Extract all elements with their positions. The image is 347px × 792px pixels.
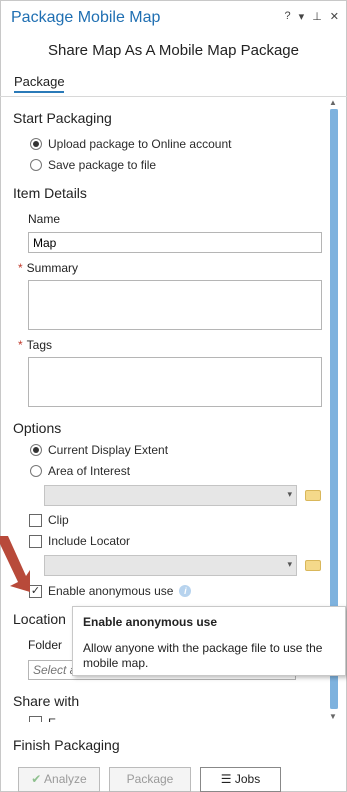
tags-input[interactable]	[28, 357, 322, 407]
annotation-arrow-icon	[0, 536, 30, 592]
options-heading: Options	[13, 420, 62, 436]
name-label: Name	[28, 212, 61, 226]
required-marker: *	[18, 261, 23, 275]
tags-label-row: * Tags	[18, 338, 52, 352]
tab-active-indicator	[14, 91, 64, 93]
summary-input[interactable]	[28, 280, 322, 330]
tab-package[interactable]: Package	[14, 74, 65, 89]
radio-unselected-icon	[30, 159, 42, 171]
include-locator-checkbox[interactable]: Include Locator	[29, 534, 130, 548]
enable-anonymous-checkbox[interactable]: ✓ Enable anonymous use i	[29, 584, 192, 598]
checkbox-unchecked-icon	[29, 513, 42, 527]
area-of-interest-dropdown[interactable]: ▾	[44, 485, 297, 506]
help-icon[interactable]: ?	[285, 10, 291, 23]
chevron-down-icon: ▾	[287, 489, 292, 499]
include-locator-label: Include Locator	[48, 534, 131, 548]
radio-selected-icon	[30, 138, 42, 150]
tab-divider	[0, 96, 347, 97]
area-of-interest-radio[interactable]: Area of Interest	[30, 464, 130, 478]
save-to-file-label: Save package to file	[48, 158, 157, 172]
location-heading: Location	[13, 611, 66, 627]
analyze-label: Analyze	[44, 772, 87, 786]
options-dropdown-icon[interactable]: ▾	[299, 10, 305, 23]
scroll-down-icon[interactable]: ▼	[329, 712, 337, 721]
area-of-interest-label: Area of Interest	[48, 464, 131, 478]
checkbox-unchecked-icon	[29, 534, 42, 548]
package-label: Package	[126, 772, 174, 786]
pane-title: Package Mobile Map	[11, 9, 161, 26]
checkbox-unchecked-icon	[29, 716, 42, 722]
finish-packaging-heading: Finish Packaging	[13, 737, 120, 753]
package-button[interactable]: Package	[109, 767, 191, 792]
anonymous-use-tooltip: Enable anonymous use Allow anyone with t…	[72, 606, 346, 676]
pin-icon[interactable]: ⊥	[312, 10, 322, 23]
current-display-extent-radio[interactable]: Current Display Extent	[30, 443, 168, 457]
share-everyone-checkbox[interactable]: E	[29, 716, 56, 722]
info-icon[interactable]: i	[179, 585, 192, 597]
jobs-button[interactable]: ☰ Jobs	[200, 767, 281, 792]
enable-anonymous-label: Enable anonymous use	[48, 584, 174, 598]
required-marker: *	[18, 338, 23, 352]
name-input[interactable]	[28, 232, 322, 253]
clip-checkbox[interactable]: Clip	[29, 513, 69, 527]
folder-icon[interactable]	[305, 560, 321, 571]
locator-dropdown[interactable]: ▾	[44, 555, 297, 576]
upload-online-label: Upload package to Online account	[48, 137, 232, 151]
start-packaging-heading: Start Packaging	[13, 110, 112, 126]
analyze-button[interactable]: ✔ Analyze	[18, 767, 100, 792]
summary-label-row: * Summary	[18, 261, 78, 275]
scroll-up-icon[interactable]: ▲	[329, 98, 337, 107]
item-details-heading: Item Details	[13, 185, 87, 201]
check-icon: ✔	[31, 772, 42, 786]
jobs-list-icon: ☰	[220, 772, 232, 786]
radio-unselected-icon	[30, 465, 42, 477]
checkmark-icon: ✓	[29, 584, 42, 598]
radio-selected-icon	[30, 444, 42, 456]
tooltip-title: Enable anonymous use	[83, 615, 218, 629]
share-everyone-label: E	[48, 716, 56, 722]
close-icon[interactable]: ✕	[330, 10, 339, 23]
current-display-extent-label: Current Display Extent	[48, 443, 169, 457]
clip-label: Clip	[48, 513, 69, 527]
tags-label: Tags	[26, 338, 53, 352]
pane-controls: ? ▾ ⊥ ✕	[285, 10, 339, 23]
upload-online-radio[interactable]: Upload package to Online account	[30, 137, 231, 151]
folder-label: Folder	[28, 638, 63, 652]
chevron-down-icon: ▾	[287, 559, 292, 569]
share-with-heading: Share with	[13, 693, 80, 709]
pane-title-bar: Package Mobile Map ? ▾ ⊥ ✕	[0, 0, 347, 34]
jobs-label: Jobs	[234, 772, 261, 786]
save-to-file-radio[interactable]: Save package to file	[30, 158, 156, 172]
summary-label: Summary	[26, 261, 79, 275]
tool-title: Share Map As A Mobile Map Package	[48, 42, 299, 59]
tooltip-body: Allow anyone with the package file to us…	[83, 641, 323, 670]
folder-icon[interactable]	[305, 490, 321, 501]
